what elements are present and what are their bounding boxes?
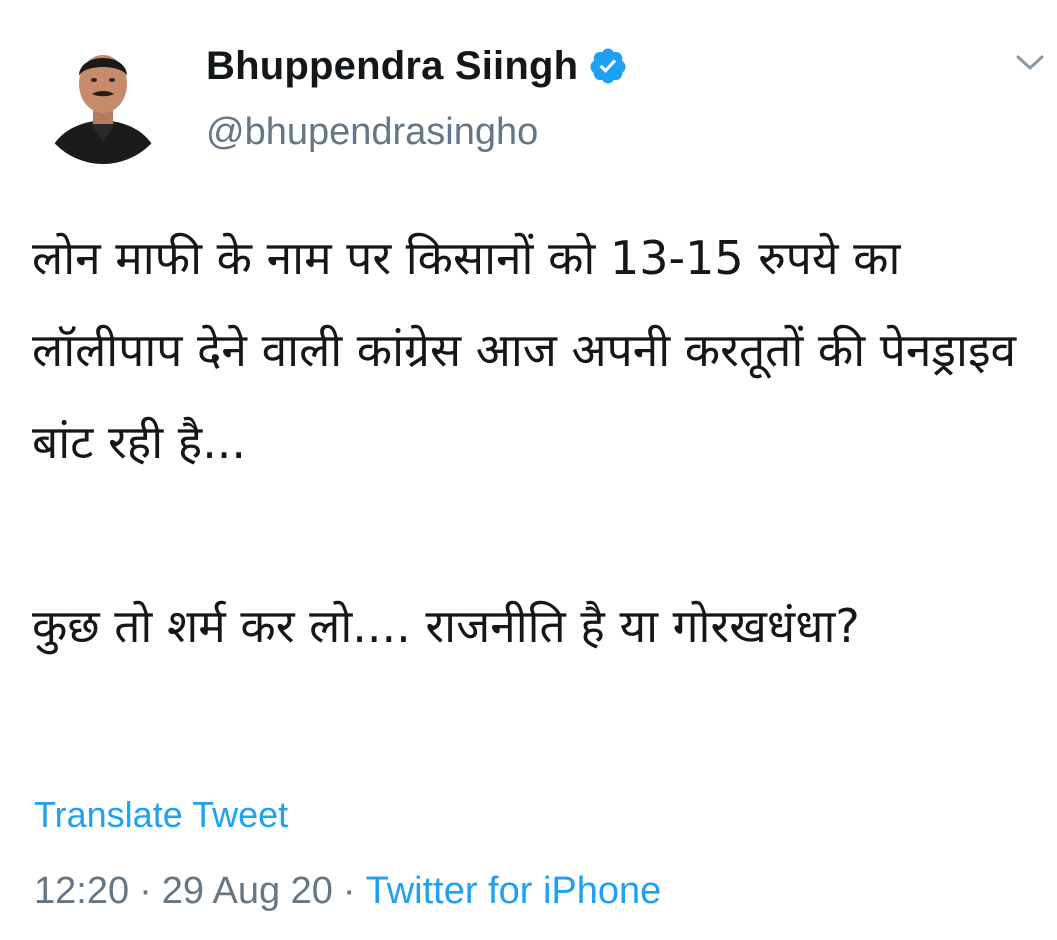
tweet-time: 12:20: [34, 870, 130, 912]
author-row: Bhuppendra Siingh: [206, 40, 628, 92]
tweet-meta: 12:20 · 29 Aug 20 · Twitter for iPhone: [34, 866, 661, 916]
meta-separator: ·: [139, 870, 152, 912]
tweet-date[interactable]: 29 Aug 20: [162, 870, 333, 912]
tweet-paragraph: कुछ तो शर्म कर लो.... राजनीति है या गोरख…: [32, 599, 860, 653]
avatar-portrait-icon: [36, 30, 170, 164]
meta-separator: ·: [342, 870, 356, 912]
chevron-down-icon[interactable]: [1014, 52, 1046, 74]
translate-tweet-link[interactable]: Translate Tweet: [34, 792, 288, 838]
verified-badge-icon: [588, 46, 628, 86]
avatar[interactable]: [36, 30, 170, 164]
tweet-text: लोन माफी के नाम पर किसानों को 13-15 रुपय…: [32, 212, 1022, 672]
author-handle[interactable]: @bhupendrasingho: [206, 108, 538, 156]
tweet-paragraph: लोन माफी के नाम पर किसानों को 13-15 रुपय…: [32, 231, 1017, 469]
author-display-name[interactable]: Bhuppendra Siingh: [206, 44, 578, 89]
tweet-source-link[interactable]: Twitter for iPhone: [366, 870, 662, 912]
tweet-card: Bhuppendra Siingh @bhupendrasingho लोन म…: [0, 0, 1057, 940]
